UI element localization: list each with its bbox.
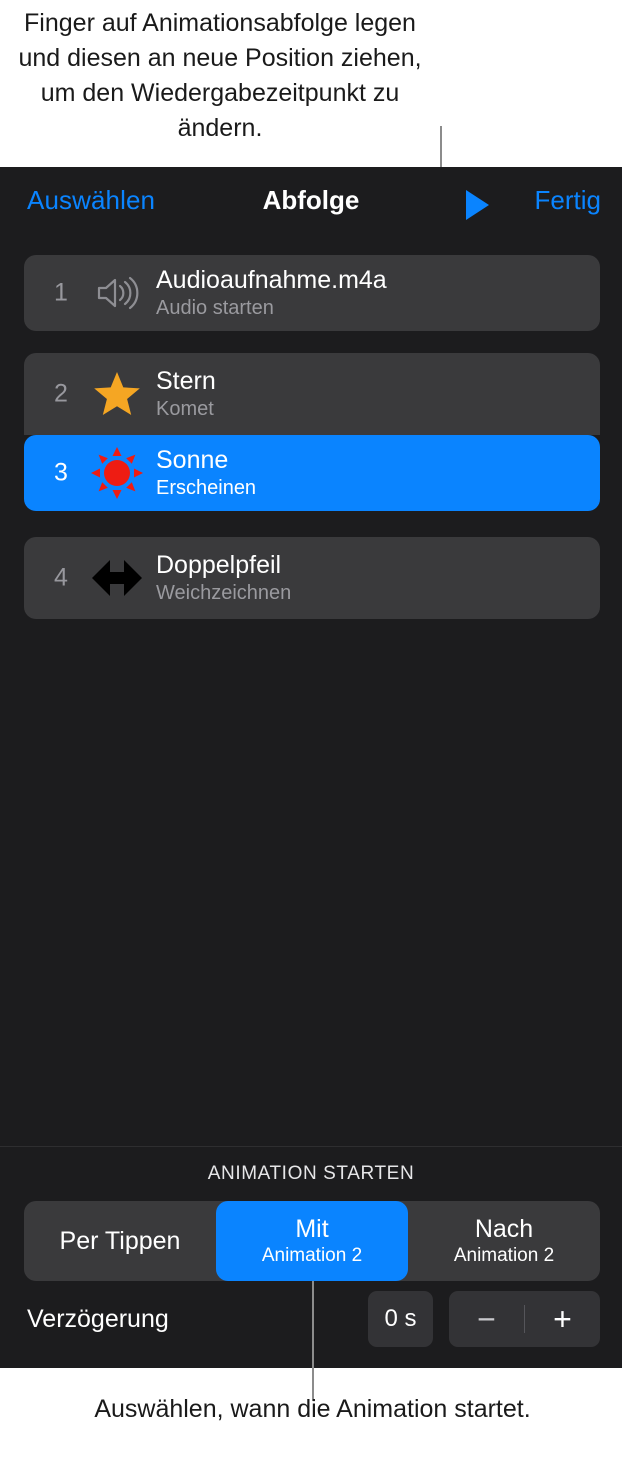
row-subtitle: Audio starten (156, 297, 274, 319)
table-row[interactable]: 1 Audioaufnahme.m4a Audio starten (24, 255, 600, 331)
bottom-callout-leader-line (312, 1281, 314, 1401)
section-divider (0, 1146, 622, 1147)
table-row[interactable]: 3 Sonne Erscheinen (24, 435, 600, 511)
plus-icon[interactable]: + (525, 1291, 600, 1347)
segment-label: Nach (474, 1214, 534, 1243)
row-subtitle: Komet (156, 398, 214, 420)
table-row[interactable]: 4 Doppelpfeil Weichzeichnen (24, 537, 600, 619)
row-title: Sonne (156, 446, 229, 474)
row-subtitle: Erscheinen (156, 477, 257, 499)
row-text-block: Audioaufnahme.m4a Audio starten (156, 265, 387, 321)
delay-stepper: − + (449, 1291, 600, 1347)
delay-row: Verzögerung 0 s − + (0, 1291, 622, 1357)
animation-start-segmented-control: Per Tippen Mit Animation 2 Nach Animatio… (24, 1201, 600, 1281)
row-index: 3 (54, 458, 68, 487)
navigation-bar: Auswählen Abfolge Fertig (0, 167, 622, 243)
minus-icon[interactable]: − (449, 1291, 524, 1347)
table-row[interactable]: 2 Stern Komet (24, 353, 600, 435)
row-subtitle: Weichzeichnen (156, 582, 292, 604)
bottom-callout-text: Auswählen, wann die Animation startet. (94, 1395, 531, 1423)
segment-nach[interactable]: Nach Animation 2 (408, 1201, 600, 1281)
delay-label: Verzögerung (27, 1305, 169, 1333)
row-title: Doppelpfeil (156, 551, 282, 579)
page-title: Abfolge (262, 185, 360, 215)
double-arrow-icon (90, 551, 144, 605)
row-title: Audioaufnahme.m4a (156, 266, 387, 294)
segment-per-tippen[interactable]: Per Tippen (24, 1201, 216, 1281)
top-callout-text: Finger auf Animationsabfolge legen und d… (18, 9, 422, 142)
segment-label: Mit (295, 1214, 329, 1243)
row-index: 2 (54, 379, 68, 408)
segment-sublabel: Animation 2 (261, 1244, 363, 1266)
segment-label: Per Tippen (59, 1226, 181, 1255)
play-icon[interactable] (466, 190, 489, 220)
star-icon (90, 367, 144, 421)
animation-order-panel: Auswählen Abfolge Fertig 1 Audioaufnahme… (0, 167, 622, 1368)
delay-value-field[interactable]: 0 s (368, 1291, 433, 1347)
sun-icon (90, 446, 144, 500)
segment-sublabel: Animation 2 (453, 1244, 555, 1266)
row-text-block: Stern Komet (156, 366, 216, 422)
speaker-wave-icon (90, 266, 144, 320)
row-text-block: Sonne Erscheinen (156, 445, 256, 501)
row-text-block: Doppelpfeil Weichzeichnen (156, 550, 291, 606)
row-index: 4 (54, 563, 68, 592)
done-button[interactable]: Fertig (535, 185, 601, 216)
row-title: Stern (156, 367, 216, 395)
row-index: 1 (54, 278, 68, 307)
section-header-animation-start: ANIMATION STARTEN (207, 1163, 415, 1184)
segment-mit[interactable]: Mit Animation 2 (216, 1201, 408, 1281)
